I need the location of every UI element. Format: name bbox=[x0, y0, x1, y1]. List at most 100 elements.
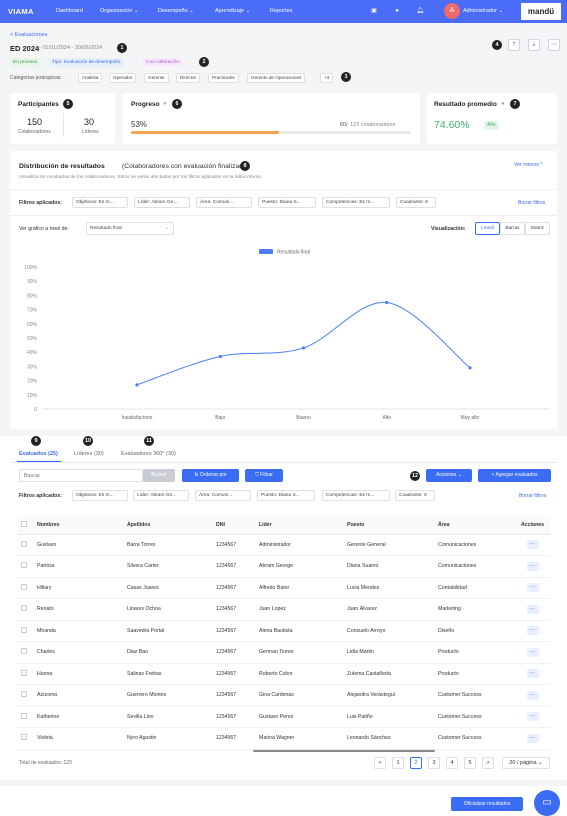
row-checkbox[interactable] bbox=[21, 712, 27, 719]
row-actions-button[interactable]: … bbox=[526, 733, 539, 743]
row-actions-button[interactable]: … bbox=[526, 561, 539, 571]
filter-chip[interactable]: Cuadrante: 8 bbox=[396, 197, 436, 208]
nav-reportes[interactable]: Reportes bbox=[270, 8, 292, 14]
row-checkbox[interactable] bbox=[21, 648, 27, 655]
table-row[interactable]: Azucena Guerrero Montes 1234567 Gina Carden… bbox=[17, 684, 550, 707]
info-icon[interactable]: ● bbox=[163, 101, 167, 107]
filter-chip[interactable]: Líder: Abram Ge... bbox=[133, 490, 189, 501]
page-2[interactable]: 2 bbox=[410, 757, 422, 769]
col-apellidos[interactable]: Apellidos bbox=[123, 516, 212, 535]
filter-chip[interactable]: Objetivos: Es m... bbox=[72, 490, 128, 501]
row-actions-button[interactable]: … bbox=[526, 647, 539, 657]
table-row[interactable]: Charles Diaz Bao 1234567 German Torres Lidia… bbox=[17, 641, 550, 664]
upload-icon[interactable]: ⇡ bbox=[508, 39, 520, 51]
row-nombre[interactable]: Azucena bbox=[33, 684, 123, 707]
viz-option-barras[interactable]: Barras bbox=[500, 222, 525, 235]
filter-chip[interactable]: Competencias: Es m... bbox=[322, 490, 390, 501]
row-actions-button[interactable]: … bbox=[526, 583, 539, 593]
filter-chip[interactable]: Área: Comuni... bbox=[195, 490, 251, 501]
briefcase-icon[interactable]: ▣ bbox=[370, 7, 378, 15]
table-row[interactable]: Gustavo Barra Torres 1234567 Administrador G… bbox=[17, 534, 550, 556]
see-less-link[interactable]: Ver menos ^ bbox=[514, 162, 543, 168]
filter-chip[interactable]: Objetivos: Es m... bbox=[72, 197, 128, 208]
table-row[interactable]: Hanna Salinas Freitas 1234567 Roberto Colon… bbox=[17, 663, 550, 685]
help-icon[interactable]: ● bbox=[393, 7, 401, 15]
table-row[interactable]: Hillary Casas Juarez 1234567 Alfredo Bator L… bbox=[17, 577, 550, 599]
viz-option-lineal[interactable]: Lineal bbox=[475, 222, 500, 235]
row-checkbox[interactable] bbox=[21, 605, 27, 612]
nav-dashboard[interactable]: Dashboard bbox=[56, 8, 83, 14]
col-area[interactable]: Área bbox=[434, 516, 515, 535]
bell-icon[interactable]: 🔔︎ bbox=[416, 7, 424, 15]
row-nombre[interactable]: Patricia bbox=[33, 555, 123, 578]
row-checkbox[interactable] bbox=[21, 562, 27, 569]
page-next[interactable]: > bbox=[482, 757, 494, 769]
user-menu[interactable]: Administrador ⌄ bbox=[463, 8, 503, 14]
filter-chip[interactable]: Competencias: Es m... bbox=[322, 197, 390, 208]
filter-chip[interactable]: Puesto: Diana S... bbox=[257, 490, 315, 501]
row-actions-button[interactable]: … bbox=[526, 690, 539, 700]
row-nombre[interactable]: Charles bbox=[33, 641, 123, 664]
tab-evaluadores-360[interactable]: Evaluadores 360° (30) bbox=[121, 451, 176, 457]
row-puesto[interactable]: Gerente General bbox=[343, 534, 434, 556]
filter-chip[interactable]: Área: Comuni... bbox=[196, 197, 252, 208]
more-options-icon[interactable]: ⋯ bbox=[548, 39, 560, 51]
row-actions-button[interactable]: … bbox=[526, 626, 539, 636]
nav-organizacion[interactable]: Organización ⌄ bbox=[100, 8, 139, 14]
page-prev[interactable]: < bbox=[374, 757, 386, 769]
row-nombre[interactable]: Renato bbox=[33, 598, 123, 621]
col-puesto[interactable]: Puesto bbox=[343, 516, 434, 535]
tab-lideres[interactable]: Líderes (30) bbox=[74, 451, 104, 457]
row-checkbox[interactable] bbox=[21, 669, 27, 676]
table-row[interactable]: Violeta Nyro Agustin 1234567 Marina Wagner L… bbox=[17, 727, 550, 750]
col-dni[interactable]: DNI bbox=[212, 516, 255, 535]
page-1[interactable]: 1 bbox=[392, 757, 404, 769]
col-lider[interactable]: Líder bbox=[255, 516, 343, 535]
row-nombre[interactable]: Katherine bbox=[33, 706, 123, 728]
row-actions-button[interactable]: … bbox=[526, 712, 539, 722]
viz-option-matriz[interactable]: Matriz bbox=[525, 222, 550, 235]
table-row[interactable]: Katherine Sevilla Lino 1234567 Gustavo Pere… bbox=[17, 706, 550, 728]
search-button[interactable]: Buscar bbox=[143, 469, 175, 482]
row-checkbox[interactable] bbox=[21, 734, 27, 741]
row-checkbox[interactable] bbox=[21, 691, 27, 698]
level-select[interactable]: Resultado final ⌄ bbox=[86, 222, 174, 235]
select-all-checkbox[interactable] bbox=[21, 520, 27, 527]
app-logo[interactable]: VIAMA bbox=[8, 7, 34, 16]
page-3[interactable]: 3 bbox=[428, 757, 440, 769]
row-nombre[interactable]: Violeta bbox=[33, 727, 123, 750]
horizontal-scrollbar[interactable] bbox=[253, 750, 435, 752]
page-size-select[interactable]: 20 / página ⌄ bbox=[502, 757, 550, 769]
nav-desempeno[interactable]: Desempeño ⌄ bbox=[158, 8, 194, 14]
chat-icon[interactable]: ▭ bbox=[534, 790, 560, 816]
row-actions-button[interactable]: … bbox=[526, 540, 539, 550]
filter-chip[interactable]: Líder: Abram Ge... bbox=[134, 197, 190, 208]
table-row[interactable]: Renato Linares Ochoa 1234567 Juan Lopez Juan… bbox=[17, 598, 550, 621]
search-input[interactable] bbox=[19, 469, 143, 482]
row-nombre[interactable]: Miranda bbox=[33, 620, 123, 642]
table-clear-filters-link[interactable]: Borrar filtros bbox=[519, 493, 546, 499]
finalize-results-button[interactable]: Oficializar resultados bbox=[451, 797, 523, 811]
row-checkbox[interactable] bbox=[21, 540, 27, 547]
page-5[interactable]: 5 bbox=[464, 757, 476, 769]
actions-button[interactable]: Acciones ⌄ bbox=[426, 469, 472, 482]
more-categories-chip[interactable]: +3 bbox=[320, 73, 334, 83]
col-nombres[interactable]: Nombres bbox=[33, 516, 123, 535]
row-checkbox[interactable] bbox=[21, 626, 27, 633]
sort-button[interactable]: ⇅ Ordenar por bbox=[182, 469, 239, 482]
page-4[interactable]: 4 bbox=[446, 757, 458, 769]
filter-chip[interactable]: Cuadrante: 8 bbox=[395, 490, 435, 501]
row-actions-button[interactable]: … bbox=[526, 669, 539, 679]
breadcrumb[interactable]: < Evaluaciones bbox=[10, 32, 47, 38]
nav-aprendizaje[interactable]: Aprendizaje ⌄ bbox=[215, 8, 250, 14]
table-row[interactable]: Patricia Silvera Carter 1234567 Abram Georg… bbox=[17, 555, 550, 578]
add-evaluados-button[interactable]: + Agregar evaluados bbox=[478, 469, 551, 482]
table-row[interactable]: Miranda Saavedra Portal 1234567 Alena Bauti… bbox=[17, 620, 550, 642]
filter-button[interactable]: ⛉ Filtrar bbox=[245, 469, 283, 482]
info-icon[interactable]: ● bbox=[501, 101, 505, 107]
avatar[interactable]: A bbox=[444, 3, 460, 19]
download-icon[interactable]: ⇣ bbox=[528, 39, 540, 51]
row-nombre[interactable]: Hillary bbox=[33, 577, 123, 599]
row-nombre[interactable]: Hanna bbox=[33, 663, 123, 685]
row-checkbox[interactable] bbox=[21, 583, 27, 590]
